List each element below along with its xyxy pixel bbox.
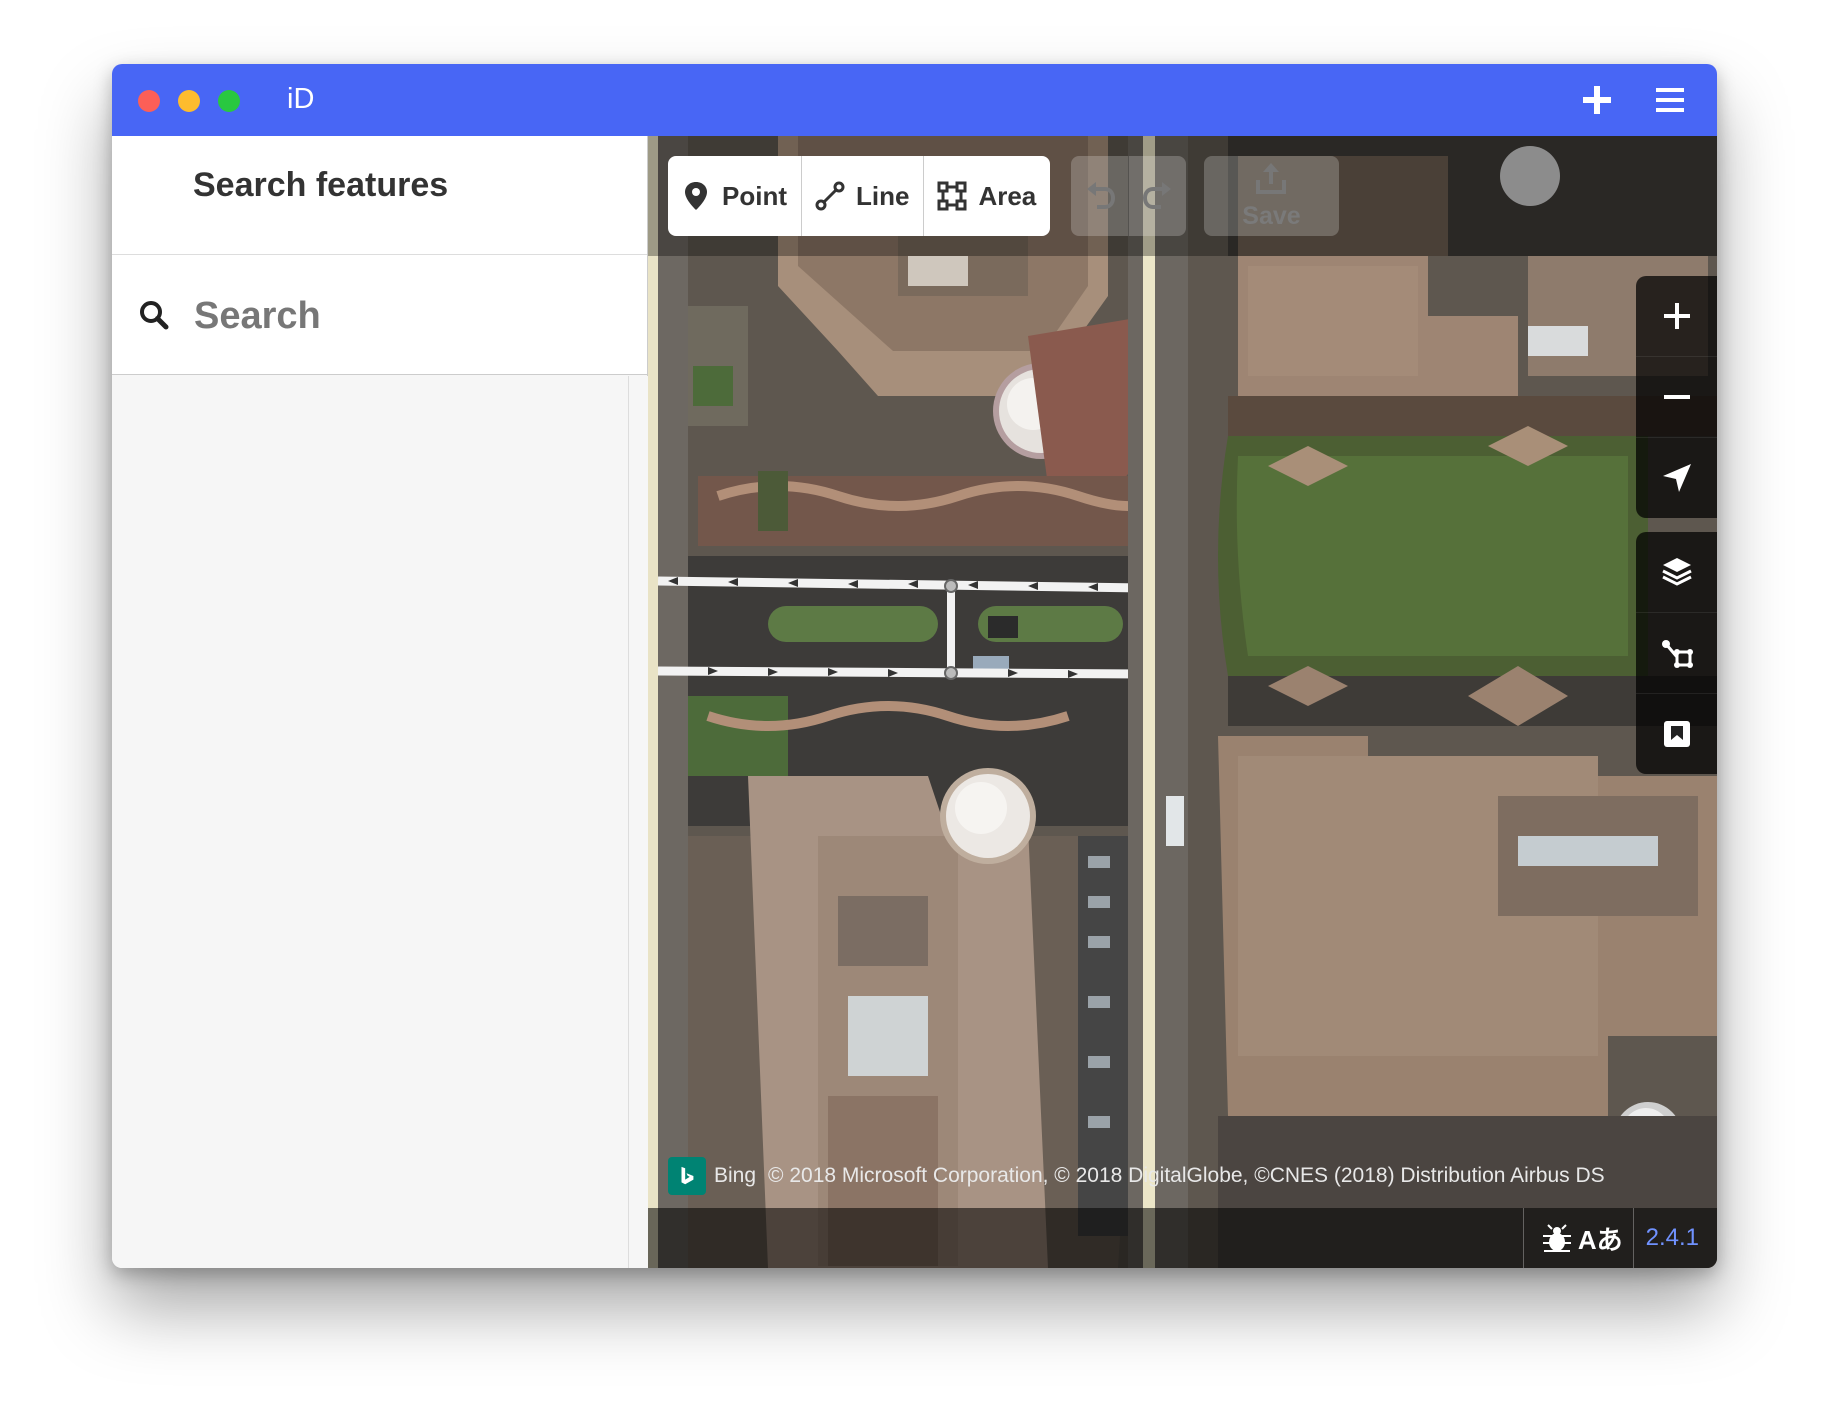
zoom-out-button[interactable]	[1636, 356, 1717, 437]
undo-icon	[1086, 182, 1115, 209]
add-area-button[interactable]: Area	[924, 156, 1050, 236]
plus-icon[interactable]	[1579, 82, 1615, 118]
search-input[interactable]	[192, 285, 616, 347]
zoom-controls	[1636, 276, 1717, 518]
redo-button[interactable]	[1129, 156, 1186, 236]
map-pin-icon	[685, 182, 707, 210]
add-line-button[interactable]: Line	[802, 156, 925, 236]
add-line-label: Line	[856, 180, 910, 211]
upload-icon	[1256, 163, 1286, 194]
sidebar-title: Search features	[193, 166, 449, 204]
zoom-window-button[interactable]	[218, 90, 240, 112]
sidebar-scrollbar[interactable]	[628, 376, 648, 1268]
title-bar: iD	[112, 64, 1717, 136]
draw-modes: Point Line Area	[668, 156, 1051, 236]
zoom-in-button[interactable]	[1636, 276, 1717, 356]
app-window: iD Search features Search Point Line Are…	[112, 64, 1717, 1268]
language-icon[interactable]: Aあ	[1578, 1220, 1623, 1257]
add-area-label: Area	[978, 180, 1037, 211]
geolocate-button[interactable]	[1636, 437, 1717, 518]
app-title: iD	[287, 83, 315, 115]
sidebar-header: Search features	[112, 136, 647, 255]
satellite-imagery	[648, 136, 1717, 1268]
close-window-button[interactable]	[138, 90, 160, 112]
undo-redo-group	[1071, 156, 1186, 236]
minimize-window-button[interactable]	[178, 90, 200, 112]
save-label: Save	[1242, 202, 1301, 230]
layers-icon	[1661, 558, 1692, 586]
zoom-out-icon	[1663, 395, 1690, 399]
pane-controls	[1636, 532, 1717, 774]
footer-tools: Aあ	[1522, 1208, 1633, 1268]
issues-button[interactable]	[1636, 693, 1717, 774]
add-point-label: Point	[722, 180, 787, 211]
sidebar: Search features	[112, 136, 648, 1268]
background-layers-button[interactable]	[1636, 532, 1717, 612]
map-canvas[interactable]: Point Line Area Save Bing © 2018 Microso…	[648, 136, 1717, 1268]
version-number[interactable]: 2.4.1	[1632, 1208, 1717, 1268]
redo-icon	[1142, 182, 1171, 209]
add-point-button[interactable]: Point	[668, 156, 802, 236]
map-footer: Aあ 2.4.1	[648, 1208, 1717, 1268]
bing-logo-icon	[668, 1157, 706, 1195]
geolocate-icon	[1662, 464, 1691, 492]
imagery-attribution: Bing © 2018 Microsoft Corporation, © 201…	[668, 1156, 1605, 1196]
feature-search	[112, 255, 647, 375]
area-icon	[937, 181, 967, 211]
attribution-text: © 2018 Microsoft Corporation, © 2018 Dig…	[768, 1164, 1605, 1187]
zoom-in-icon	[1663, 303, 1690, 329]
bug-report-icon[interactable]	[1540, 1221, 1574, 1255]
line-icon	[815, 181, 845, 211]
hamburger-menu-icon[interactable]	[1652, 82, 1688, 118]
save-button[interactable]: Save	[1204, 156, 1339, 236]
imagery-provider[interactable]: Bing	[714, 1164, 756, 1188]
map-data-button[interactable]	[1636, 612, 1717, 693]
search-icon	[140, 301, 169, 330]
undo-button[interactable]	[1071, 156, 1129, 236]
map-data-icon	[1661, 640, 1693, 668]
map-controls	[1636, 276, 1717, 788]
issues-icon	[1663, 721, 1690, 747]
footer-right: Aあ 2.4.1	[1522, 1208, 1717, 1268]
